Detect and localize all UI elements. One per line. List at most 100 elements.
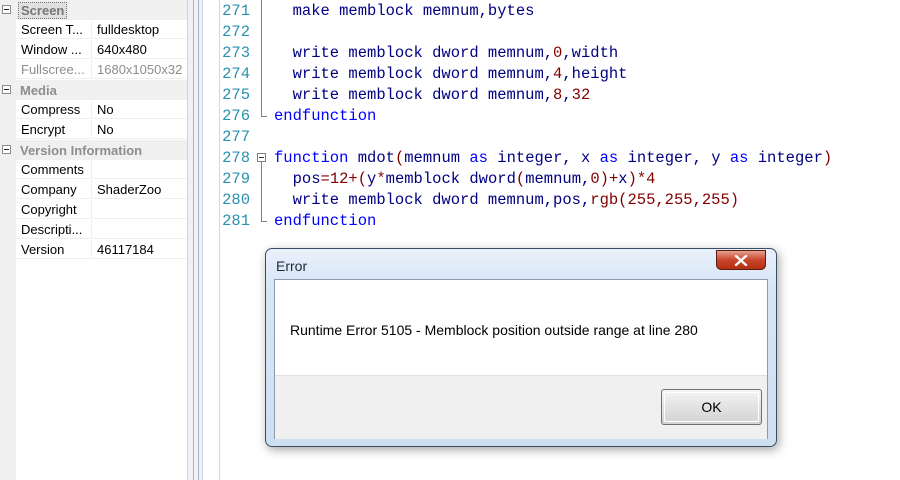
- line-number: 278: [222, 149, 250, 167]
- property-value[interactable]: [93, 160, 187, 179]
- property-value[interactable]: [93, 220, 187, 239]
- code-line: 272: [203, 22, 900, 43]
- property-row[interactable]: Window ... 640x480: [0, 40, 187, 60]
- property-value[interactable]: No: [93, 120, 187, 139]
- property-name: Compress: [0, 100, 92, 119]
- code-token: write memblock dword memnum,: [274, 86, 554, 104]
- code-token: pos: [274, 170, 321, 188]
- property-value[interactable]: 1680x1050x32: [93, 60, 187, 79]
- property-name: Copyright: [0, 200, 92, 219]
- property-row[interactable]: Screen T... fulldesktop: [0, 20, 187, 40]
- close-icon: [734, 255, 748, 266]
- panel-splitter[interactable]: [187, 0, 203, 480]
- property-name: Comments: [0, 160, 92, 179]
- category-label: Version Information: [20, 143, 143, 158]
- code-text: write memblock dword memnum,pos,rgb(255,…: [274, 190, 740, 211]
- code-token: rgb(255,255,255): [590, 191, 740, 209]
- properties-panel: Screen Screen T... fulldesktop Window ... 64…: [0, 0, 187, 480]
- line-number: 275: [222, 86, 250, 104]
- code-token: 0: [553, 44, 563, 62]
- code-token: 32: [571, 86, 591, 104]
- code-line: 274 write memblock dword memnum,4,height: [203, 64, 900, 85]
- category-label: Media: [20, 83, 57, 98]
- code-token: 4: [553, 65, 563, 83]
- code-line: 271 make memblock memnum,bytes: [203, 1, 900, 22]
- property-value[interactable]: No: [93, 100, 187, 119]
- property-row[interactable]: Version 46117184: [0, 240, 187, 260]
- property-row[interactable]: Fullscree... 1680x1050x32: [0, 60, 187, 80]
- dialog-close-button[interactable]: [716, 250, 766, 270]
- code-token: endfunction: [274, 107, 377, 125]
- code-token: ): [822, 149, 833, 167]
- code-token: (: [394, 149, 405, 167]
- code-token: 0: [590, 170, 600, 188]
- ok-button[interactable]: OK: [661, 389, 762, 425]
- property-value[interactable]: 46117184: [93, 240, 187, 259]
- code-text: pos=12+(y*memblock dword(memnum,0)+x)*4: [274, 169, 656, 190]
- property-value[interactable]: 640x480: [93, 40, 187, 59]
- error-message: Runtime Error 5105 - Memblock position o…: [290, 322, 698, 338]
- property-name: Encrypt: [0, 120, 92, 139]
- code-line: 273 write memblock dword memnum,0,width: [203, 43, 900, 64]
- code-text: write memblock dword memnum,8,32: [274, 85, 591, 106]
- code-token: memnum: [404, 149, 470, 167]
- code-token: as: [729, 149, 749, 167]
- code-token: ,: [562, 86, 572, 104]
- collapse-icon[interactable]: [2, 85, 11, 94]
- code-token: function: [274, 149, 358, 167]
- fold-collapse-icon[interactable]: [257, 153, 266, 162]
- code-token: x: [618, 170, 628, 188]
- property-row[interactable]: Descripti...: [0, 220, 187, 240]
- code-text: make memblock memnum,bytes: [274, 1, 535, 22]
- property-name: Screen T...: [0, 20, 92, 39]
- property-category[interactable]: Media: [0, 80, 187, 100]
- code-token: y: [367, 170, 377, 188]
- dialog-title: Error: [276, 258, 308, 274]
- code-text: endfunction: [274, 211, 376, 232]
- property-value[interactable]: fulldesktop: [93, 20, 187, 39]
- property-row[interactable]: Encrypt No: [0, 120, 187, 140]
- line-number: 274: [222, 65, 250, 83]
- code-token: integer, x: [487, 149, 600, 167]
- line-number: 279: [222, 170, 250, 188]
- code-text: function mdot(memnum as integer, x as in…: [274, 148, 832, 169]
- code-line: 277: [203, 127, 900, 148]
- property-row[interactable]: Company ShaderZoo: [0, 180, 187, 200]
- fold-end-marker: [261, 221, 267, 222]
- collapse-icon[interactable]: [2, 145, 11, 154]
- property-value[interactable]: [93, 200, 187, 219]
- code-line: 280 write memblock dword memnum,pos,rgb(…: [203, 190, 900, 211]
- code-line: 276 endfunction: [203, 106, 900, 127]
- fold-line: [261, 0, 262, 117]
- code-token: as: [599, 149, 619, 167]
- code-line: 279 pos=12+(y*memblock dword(memnum,0)+x…: [203, 169, 900, 190]
- code-line: 281 endfunction: [203, 211, 900, 232]
- code-token: write memblock dword memnum,: [274, 44, 554, 62]
- code-text: write memblock dword memnum,4,height: [274, 64, 628, 85]
- line-number: 281: [222, 212, 250, 230]
- collapse-icon[interactable]: [2, 5, 11, 14]
- line-number: 273: [222, 44, 250, 62]
- property-value[interactable]: ShaderZoo: [93, 180, 187, 199]
- code-token: mdot: [357, 149, 395, 167]
- line-number: 277: [222, 128, 250, 146]
- category-label: Screen: [18, 2, 68, 19]
- code-token: memnum,: [525, 170, 591, 188]
- property-name: Fullscree...: [0, 60, 92, 79]
- property-category[interactable]: Screen: [0, 0, 187, 20]
- property-category[interactable]: Version Information: [0, 140, 187, 160]
- fold-line: [261, 162, 262, 222]
- code-token: ,width: [562, 44, 619, 62]
- code-token: =12+(: [320, 170, 368, 188]
- code-token: ,height: [562, 65, 628, 83]
- property-name: Version: [0, 240, 92, 259]
- line-number: 272: [222, 23, 250, 41]
- code-line: 275 write memblock dword memnum,8,32: [203, 85, 900, 106]
- fold-end-marker: [261, 116, 267, 117]
- property-row[interactable]: Copyright: [0, 200, 187, 220]
- property-row[interactable]: Comments: [0, 160, 187, 180]
- code-token: )+: [599, 170, 619, 188]
- line-number: 271: [222, 2, 250, 20]
- code-text: endfunction: [274, 106, 376, 127]
- property-row[interactable]: Compress No: [0, 100, 187, 120]
